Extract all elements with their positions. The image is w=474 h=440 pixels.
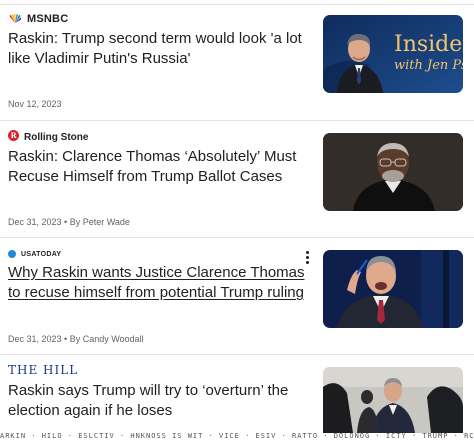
article-thumbnail[interactable] — [323, 367, 463, 433]
svg-text:R: R — [11, 131, 17, 140]
usa-today-dot-icon — [8, 245, 16, 263]
article-headline[interactable]: Why Raskin wants Justice Clarence Thomas… — [8, 263, 308, 303]
article-meta: Dec 31, 2023 • By Peter Wade — [8, 217, 130, 227]
article-meta: Dec 31, 2023 • By Candy Woodall — [8, 334, 144, 344]
article-thumbnail[interactable] — [323, 133, 463, 211]
article-meta: Nov 12, 2023 — [8, 99, 62, 109]
source-name: THE HILL — [8, 363, 79, 377]
nbc-peacock-icon — [8, 10, 22, 28]
article-thumbnail[interactable] — [323, 250, 463, 328]
source-row: MSNBC — [8, 12, 68, 26]
article-headline[interactable]: Raskin says Trump will try to ‘overturn’… — [8, 381, 308, 421]
source-row: USATODAY — [8, 247, 61, 261]
source-row: THE HILL — [8, 362, 78, 378]
source-row: R Rolling Stone — [8, 130, 88, 144]
article-thumbnail[interactable]: Inside with Jen Psaki — [323, 15, 463, 93]
divider — [0, 4, 474, 5]
rolling-stone-icon: R — [8, 128, 19, 146]
ticker-strip: ARKIN · HILO · ESLCTIV · HNKNOSS IS WIT … — [0, 433, 474, 440]
source-name: USATODAY — [21, 250, 62, 258]
divider — [0, 354, 474, 355]
source-name: Rolling Stone — [24, 131, 89, 143]
source-name: MSNBC — [27, 13, 69, 25]
show-subtitle-text: with Jen Psaki — [394, 58, 463, 73]
divider — [0, 237, 474, 238]
divider — [0, 120, 474, 121]
article-headline[interactable]: Raskin: Clarence Thomas ‘Absolutely’ Mus… — [8, 147, 308, 187]
show-title-text: Inside — [394, 32, 462, 57]
article-headline[interactable]: Raskin: Trump second term would look 'a … — [8, 29, 308, 69]
news-feed: MSNBC Raskin: Trump second term would lo… — [0, 0, 474, 440]
